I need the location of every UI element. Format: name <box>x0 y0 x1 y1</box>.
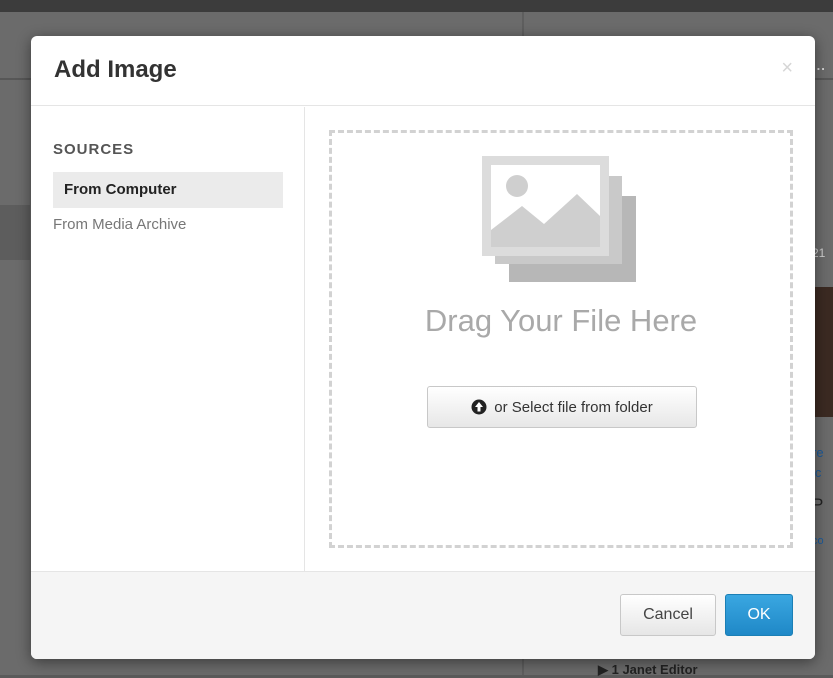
dialog-footer: Cancel OK <box>31 571 815 659</box>
cancel-button[interactable]: Cancel <box>620 594 716 636</box>
source-item-from-computer[interactable]: From Computer <box>53 172 283 208</box>
upload-panel: Drag Your File Here or Select file from … <box>306 107 815 572</box>
image-stack-icon <box>482 156 636 282</box>
dialog-title: Add Image <box>54 56 177 83</box>
background-bottom-text: ▶ 1 Janet Editor <box>598 662 698 677</box>
select-file-label: or Select file from folder <box>494 398 653 416</box>
upload-circle-icon <box>471 399 487 415</box>
ok-button[interactable]: OK <box>725 594 793 636</box>
background-topbar <box>0 0 833 12</box>
drop-zone-text: Drag Your File Here <box>424 303 698 338</box>
add-image-dialog: Add Image × SOURCES From Computer From M… <box>31 36 815 659</box>
dialog-header: Add Image × <box>31 36 815 106</box>
background-photo <box>814 287 833 417</box>
drop-zone[interactable]: Drag Your File Here or Select file from … <box>329 130 793 548</box>
sources-heading: SOURCES <box>53 141 135 158</box>
sources-sidebar: SOURCES From Computer From Media Archive <box>31 107 305 572</box>
select-file-button[interactable]: or Select file from folder <box>427 386 697 428</box>
background-strip <box>0 205 30 260</box>
source-item-from-media-archive[interactable]: From Media Archive <box>53 210 283 240</box>
close-icon[interactable]: × <box>781 56 793 80</box>
